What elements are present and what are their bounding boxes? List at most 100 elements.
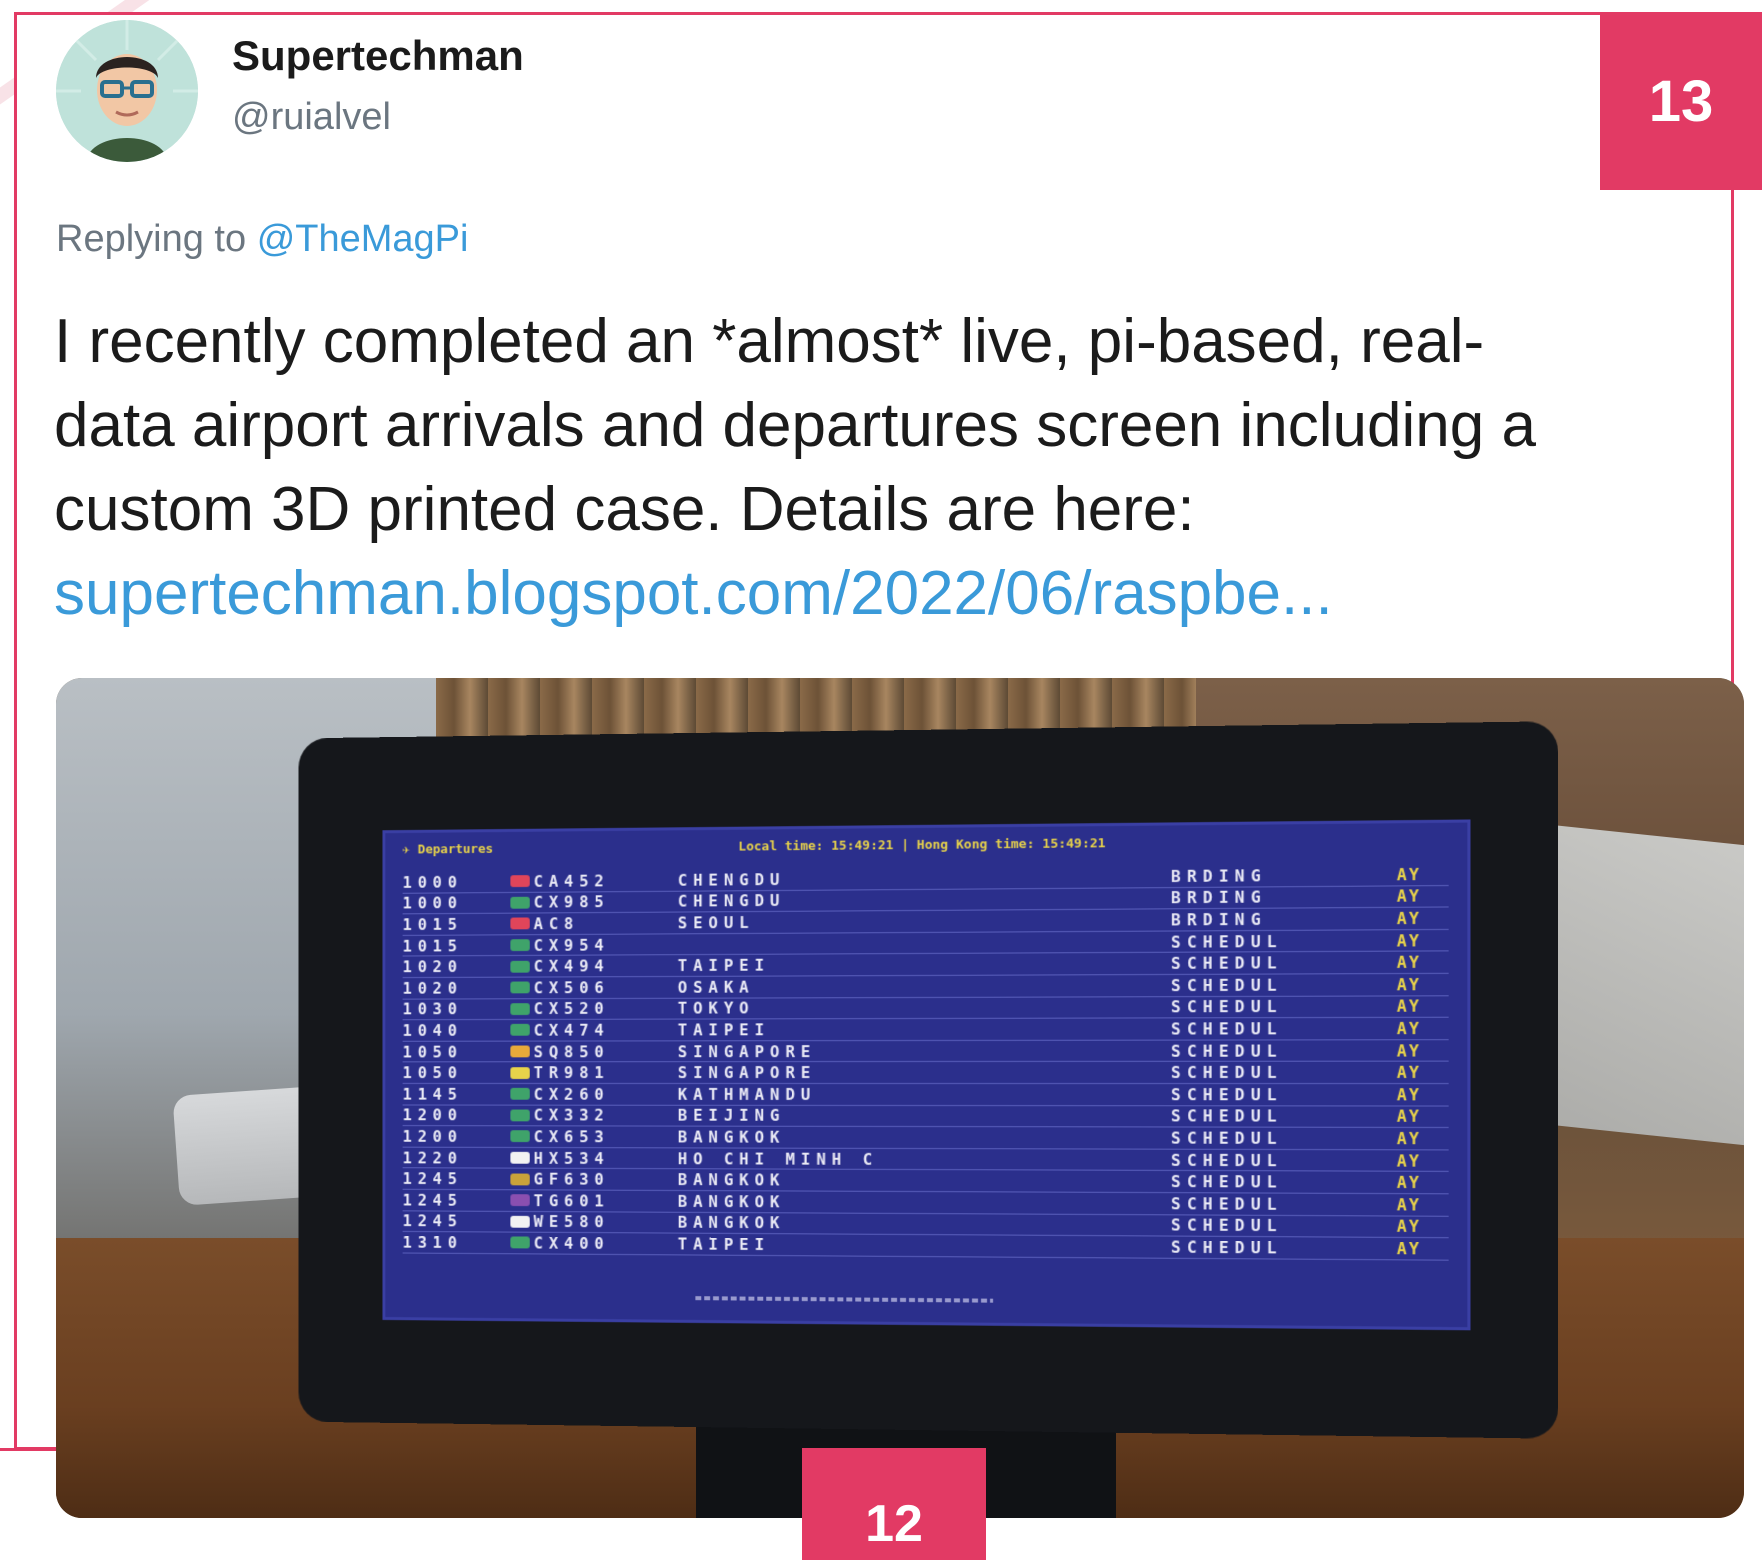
board-status: SCHEDUL	[1170, 1040, 1283, 1061]
board-flight: CX520	[533, 999, 610, 1019]
tweet-link[interactable]: supertechman.blogspot.com/2022/06/raspbe…	[54, 552, 1704, 636]
board-flight: TR981	[533, 1063, 610, 1083]
board-time: 1020	[402, 957, 463, 977]
board-time: 1050	[402, 1042, 463, 1061]
board-status: SCHEDUL	[1170, 1084, 1283, 1105]
airline-logo-icon	[510, 1173, 530, 1186]
board-time: 1310	[402, 1232, 463, 1252]
board-flight: CX506	[533, 977, 610, 998]
board-destination: BEIJING	[677, 1106, 786, 1126]
board-destination: CHENGDU	[677, 891, 786, 911]
board-time: 1145	[402, 1084, 463, 1104]
board-destination: BANGKOK	[677, 1191, 786, 1212]
plane-icon: ✈	[402, 842, 411, 858]
board-header: ✈ Departures Local time: 15:49:21 | Hong…	[385, 823, 1467, 867]
board-flight: WE580	[533, 1212, 610, 1232]
board-flight: SQ850	[533, 1042, 610, 1061]
airline-logo-icon	[510, 981, 530, 994]
board-flag: AY	[1396, 1238, 1421, 1259]
board-flag: AY	[1396, 1018, 1421, 1039]
airline-logo-icon	[510, 1024, 530, 1037]
tweet-body: I recently completed an *almost* live, p…	[54, 300, 1704, 636]
board-time: 1245	[402, 1190, 463, 1210]
board-row: 1145 CX260 KATHMANDU SCHEDUL AY	[402, 1083, 1449, 1107]
board-flight: CX400	[533, 1233, 610, 1253]
board-status: SCHEDUL	[1170, 1019, 1283, 1039]
board-flag: AY	[1396, 908, 1421, 929]
board-flight: CX653	[533, 1127, 610, 1147]
board-flag: AY	[1396, 930, 1421, 951]
avatar-cartoon-icon	[56, 20, 198, 162]
airline-logo-icon	[510, 1130, 530, 1143]
board-status: BRDING	[1170, 887, 1267, 908]
board-flight: AC8	[533, 914, 580, 934]
mention-link[interactable]: @TheMagPi	[257, 218, 469, 260]
board-title: Departures	[417, 841, 494, 857]
board-flight: CA452	[533, 871, 610, 891]
tweet-text-line: data airport arrivals and departures scr…	[54, 391, 1536, 460]
board-flag: AY	[1396, 1062, 1421, 1083]
board-flight: CX260	[533, 1084, 610, 1104]
board-time: 1015	[402, 936, 463, 956]
page-number-badge-bottom: 12	[802, 1448, 986, 1560]
airline-logo-icon	[510, 1003, 530, 1015]
board-destination: BANGKOK	[677, 1213, 786, 1233]
board-status: SCHEDUL	[1170, 953, 1283, 974]
board-time: 1050	[402, 1063, 463, 1083]
page-number-badge-top: 13	[1600, 12, 1762, 190]
board-flight: TG601	[533, 1191, 610, 1211]
board-time: 1245	[402, 1169, 463, 1189]
board-destination: TAIPEI	[677, 1020, 770, 1040]
board-destination: TOKYO	[677, 998, 755, 1018]
board-flag: AY	[1396, 952, 1421, 973]
board-time: 1030	[402, 999, 463, 1019]
airline-logo-icon	[510, 1109, 530, 1122]
board-status: SCHEDUL	[1170, 1062, 1283, 1083]
airline-logo-icon	[510, 1194, 530, 1207]
airline-logo-icon	[510, 875, 530, 888]
board-flag: AY	[1396, 1084, 1421, 1105]
board-flight: CX332	[533, 1105, 610, 1125]
board-flag: AY	[1396, 1172, 1421, 1193]
board-flight: GF630	[533, 1169, 610, 1189]
board-destination: OSAKA	[677, 977, 755, 997]
airline-logo-icon	[510, 917, 530, 930]
airline-logo-icon	[510, 896, 530, 909]
replying-to-line: Replying to @TheMagPi	[56, 218, 468, 261]
board-rows: 1000 CA452 CHENGDU BRDING AY 1000 CX985 CHENGDU…	[402, 863, 1449, 1261]
board-destination: TAIPEI	[677, 955, 770, 976]
board-time: 1000	[402, 893, 463, 913]
board-time: 1040	[402, 1021, 463, 1040]
board-flag: AY	[1396, 1040, 1421, 1061]
board-flag: AY	[1396, 1150, 1421, 1171]
board-destination	[678, 943, 1015, 945]
board-time: 1220	[402, 1148, 463, 1167]
author-avatar[interactable]	[56, 20, 198, 162]
replying-to-label: Replying to	[56, 218, 247, 260]
airline-logo-icon	[510, 939, 530, 952]
board-time: 1200	[402, 1105, 463, 1125]
author-handle[interactable]: @ruialvel	[232, 96, 391, 139]
board-destination: BANGKOK	[677, 1127, 786, 1147]
board-clock: Local time: 15:49:21 | Hong Kong time: 1…	[738, 835, 1106, 855]
board-flight: CX954	[533, 935, 610, 955]
board-status: SCHEDUL	[1170, 1106, 1283, 1126]
tweet-text-line: I recently completed an *almost* live, p…	[54, 307, 1485, 376]
monitor-case: ✈ Departures Local time: 15:49:21 | Hong…	[298, 721, 1559, 1439]
author-name[interactable]: Supertechman	[232, 32, 524, 80]
board-flight: CX474	[533, 1020, 610, 1040]
tweet-photo[interactable]: ✈ Departures Local time: 15:49:21 | Hong…	[56, 678, 1744, 1518]
board-flag: AY	[1396, 886, 1421, 907]
airline-logo-icon	[510, 1236, 530, 1249]
board-row: 1030 CX520 TOKYO SCHEDUL AY	[402, 995, 1449, 1021]
board-flag: AY	[1396, 1216, 1421, 1237]
board-flag: AY	[1396, 864, 1421, 885]
board-flag: AY	[1396, 974, 1421, 995]
board-time: 1245	[402, 1211, 463, 1231]
board-status: SCHEDUL	[1170, 1237, 1283, 1258]
board-status: BRDING	[1170, 909, 1267, 930]
board-destination: BANGKOK	[677, 1170, 786, 1190]
board-row: 1200 CX332 BEIJING SCHEDUL AY	[402, 1105, 1449, 1129]
board-destination: SINGAPORE	[677, 1063, 817, 1083]
board-status: SCHEDUL	[1170, 1172, 1283, 1192]
